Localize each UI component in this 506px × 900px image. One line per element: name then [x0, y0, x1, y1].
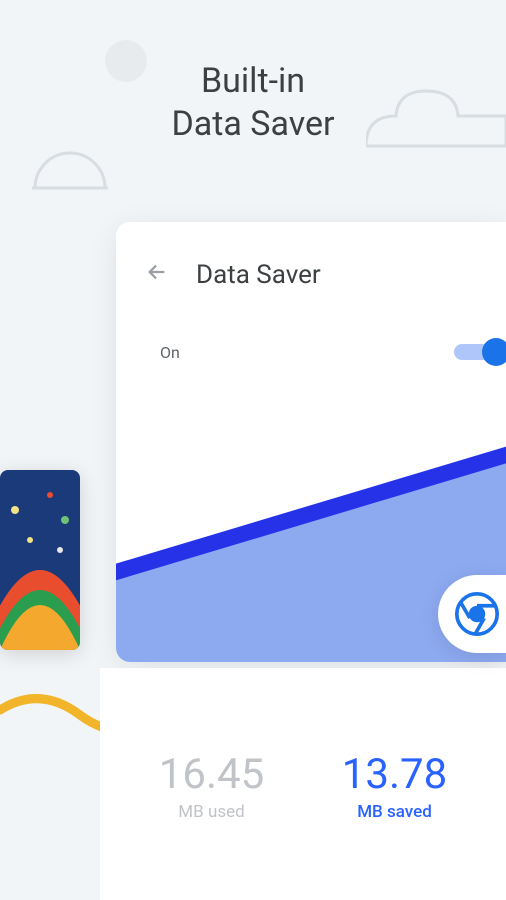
stat-mb-used: 16.45 MB used: [120, 754, 303, 900]
chrome-pill[interactable]: [438, 575, 506, 653]
decorative-image: [0, 470, 80, 650]
chrome-icon: [455, 592, 499, 636]
cloud-decoration-left: [30, 150, 110, 190]
cloud-decoration-right: [366, 86, 506, 156]
toggle-label: On: [160, 343, 180, 362]
stats-card: 16.45 MB used 13.78 MB saved: [100, 668, 506, 900]
stat-used-value: 16.45: [120, 754, 303, 796]
stat-mb-saved: 13.78 MB saved: [303, 754, 486, 900]
toggle-row: On: [116, 290, 506, 366]
headline-line2: Data Saver: [171, 104, 334, 144]
stat-used-label: MB used: [120, 802, 303, 822]
stat-saved-label: MB saved: [303, 802, 486, 822]
card-title: Data Saver: [196, 260, 321, 290]
stat-saved-value: 13.78: [303, 754, 486, 796]
data-saver-toggle[interactable]: [454, 338, 506, 366]
card-header: Data Saver: [116, 222, 506, 290]
headline-line1: Built-in: [201, 61, 305, 101]
back-arrow-icon[interactable]: [146, 261, 168, 289]
